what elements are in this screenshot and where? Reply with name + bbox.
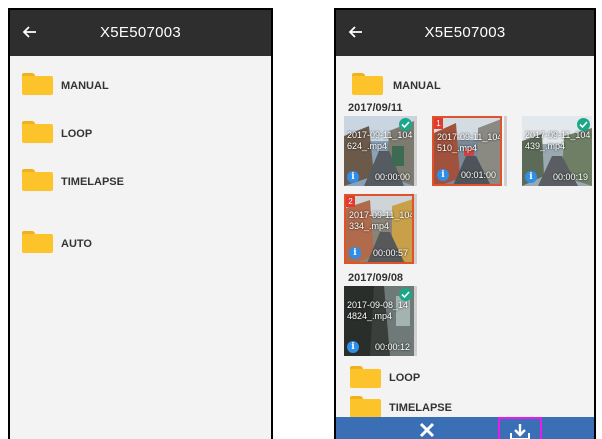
thumbnail-divider [414,116,417,186]
video-duration: 00:00:00 [374,172,410,182]
info-icon[interactable]: i [347,171,359,183]
thumbnail-divider [504,116,507,186]
video-duration: 00:01:00 [460,170,496,180]
folder-label: AUTO [61,238,92,250]
video-list-screen: X5E507003 MANUAL 2017/09/11 2017-09-11_1… [334,8,596,439]
video-duration: 00:00:19 [552,172,588,182]
info-icon[interactable]: i [525,171,537,183]
action-bar [336,417,594,439]
folder-icon [350,396,381,418]
info-icon[interactable]: i [349,247,361,259]
download-button[interactable] [498,417,542,439]
download-icon [510,424,530,439]
device-title: X5E507003 [424,24,506,41]
folder-icon [22,231,53,253]
video-duration: 00:00:12 [374,342,410,352]
folder-icon [22,73,53,95]
date-header: 2017/09/11 [348,102,403,114]
selection-order-badge: 1 [434,118,443,129]
video-duration: 00:00:57 [372,248,408,258]
folder-list-screen: X5E507003 MANUAL LOOP TIMELAPSE AUTO [8,8,273,439]
info-icon[interactable]: i [347,341,359,353]
close-icon[interactable] [418,421,436,439]
folder-label: MANUAL [393,80,441,92]
app-bar: X5E507003 [10,10,271,56]
device-title: X5E507003 [99,24,182,41]
folder-label: TIMELAPSE [389,402,452,414]
folder-icon [22,121,53,143]
folder-icon [352,73,383,95]
folder-label: MANUAL [61,80,109,92]
app-bar: X5E507003 [336,10,594,56]
video-filename: 2017-09-08_144824_.mp4 [347,300,409,321]
selection-order-badge: 2 [346,196,355,207]
folder-label: LOOP [389,372,421,384]
video-thumbnail[interactable]: 2017-09-11_104624_.mp4 i 00:00:00 [344,116,414,186]
video-thumbnail[interactable]: 2017-09-11_104439_.mp4 i 00:00:19 [522,116,592,186]
folder-label: LOOP [61,128,93,140]
info-icon[interactable]: i [437,169,449,181]
folder-icon [350,366,381,388]
thumbnail-divider [414,194,417,264]
thumbnail-divider [414,286,417,356]
video-filename: 2017-09-11_104510_.mp4 [437,132,502,153]
date-header: 2017/09/08 [348,272,404,284]
video-filename: 2017-09-11_104334_.mp4 [349,210,414,231]
video-filename: 2017-09-11_104439_.mp4 [525,130,591,151]
video-thumbnail[interactable]: 1 2017-09-11_104510_.mp4 i 00:01:00 [432,116,502,186]
folder-icon [22,169,53,191]
video-filename: 2017-09-11_104624_.mp4 [347,130,413,151]
video-thumbnail[interactable]: 2017-09-08_144824_.mp4 i 00:00:12 [344,286,414,356]
folder-label: TIMELAPSE [61,176,124,188]
video-thumbnail[interactable]: 2 2017-09-11_104334_.mp4 i 00:00:57 [344,194,414,264]
